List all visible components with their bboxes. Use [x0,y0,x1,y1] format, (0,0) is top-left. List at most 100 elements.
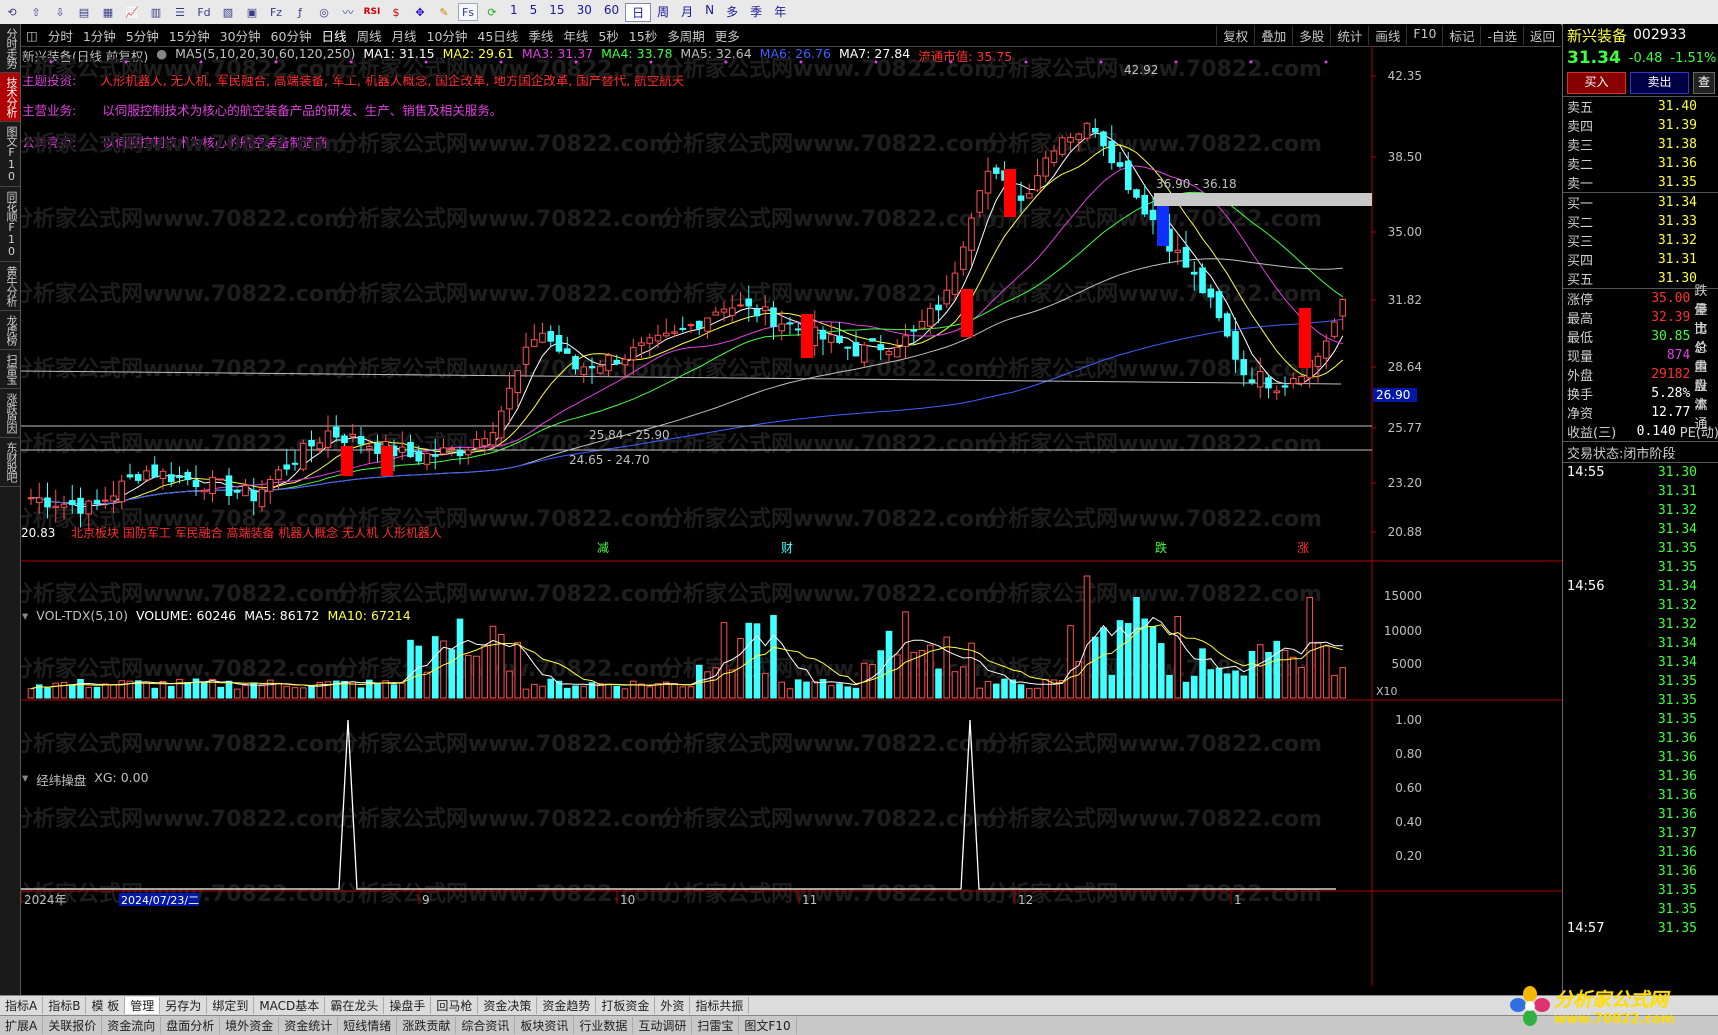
toolbar-period-7[interactable]: 月 [675,3,699,22]
period-tab-3[interactable]: 15分钟 [164,26,215,45]
leftbar-item-7[interactable]: 涨跌原因 [0,389,20,438]
leftbar-item-8[interactable]: 东财股吧 [0,438,20,487]
toolbar-period-8[interactable]: N [699,3,720,22]
collapse-icon[interactable]: ▾ [22,608,28,624]
period-right-button-2[interactable]: 多股 [1292,25,1330,45]
indicator-tab-5[interactable]: 绑定到 [207,997,255,1014]
down-arrow-icon[interactable]: ⇩ [50,3,70,21]
period-tab-14[interactable]: 15秒 [624,26,662,45]
dollar-icon[interactable]: $ [386,3,406,21]
period-tab-7[interactable]: 周线 [351,26,386,45]
formula-icon[interactable]: ƒ [290,3,310,21]
toolbar-period-10[interactable]: 季 [744,3,768,22]
period-tab-10[interactable]: 45日线 [472,26,523,45]
doc-icon[interactable]: ▣ [242,3,262,21]
f10-icon[interactable]: Fz [266,3,286,21]
toolbar-period-0[interactable]: 1 [504,3,524,22]
info-tab-10[interactable]: 行业数据 [574,1017,634,1034]
buy-button[interactable]: 买入 [1567,72,1626,94]
info-tab-5[interactable]: 资金统计 [279,1017,339,1034]
period-tab-1[interactable]: 1分钟 [78,26,121,45]
indicator-tab-13[interactable]: 外资 [655,997,691,1014]
period-right-button-4[interactable]: 画线 [1368,25,1406,45]
info-tab-8[interactable]: 综合资讯 [456,1017,516,1034]
info-tab-0[interactable]: 扩展A [0,1017,44,1034]
indicator-tab-6[interactable]: MACD基本 [254,997,326,1014]
sell-button[interactable]: 卖出 [1630,72,1689,94]
indicator-tab-2[interactable]: 模 板 [86,997,126,1014]
info-tab-4[interactable]: 境外资金 [220,1017,280,1034]
indicator-tab-14[interactable]: 指标共振 [690,997,750,1014]
period-tab-0[interactable]: 分时 [43,26,78,45]
toolbar-period-2[interactable]: 15 [543,3,570,22]
leftbar-item-2[interactable]: 图文F10 [0,122,20,187]
period-tab-12[interactable]: 年线 [558,26,593,45]
period-right-button-8[interactable]: 返回 [1522,25,1561,45]
back-arrow-icon[interactable]: ⟲ [2,3,22,21]
report-icon[interactable]: ▤ [74,3,94,21]
refresh-icon[interactable]: ⟳ [482,3,502,21]
period-tab-13[interactable]: 5秒 [593,26,623,45]
period-tab-2[interactable]: 5分钟 [121,26,164,45]
indicator-tab-4[interactable]: 另存为 [160,997,208,1014]
info-tab-2[interactable]: 资金流向 [102,1017,162,1034]
period-right-button-7[interactable]: -自选 [1480,25,1523,45]
period-right-button-1[interactable]: 叠加 [1254,25,1292,45]
info-tab-9[interactable]: 板块资讯 [515,1017,575,1034]
indicator-tab-10[interactable]: 资金决策 [478,997,538,1014]
info-tab-7[interactable]: 涨跌贡献 [397,1017,457,1034]
info-tab-12[interactable]: 扫雷宝 [692,1017,740,1034]
period-tab-6[interactable]: 日线 [316,26,351,45]
period-tab-8[interactable]: 月线 [386,26,421,45]
grid-icon[interactable]: ▦ [98,3,118,21]
collapse-icon[interactable]: ▾ [22,770,28,786]
indicator-tab-1[interactable]: 指标B [43,997,87,1014]
period-right-button-0[interactable]: 复权 [1216,25,1254,45]
toolbar-period-3[interactable]: 30 [571,3,598,22]
leftbar-item-5[interactable]: 龙虎榜 [0,311,20,350]
table-icon[interactable]: ▧ [218,3,238,21]
layout-icon[interactable]: ◫ [21,28,43,43]
period-right-button-3[interactable]: 统计 [1330,25,1368,45]
info-tab-6[interactable]: 短线情绪 [338,1017,398,1034]
up-arrow-icon[interactable]: ⇧ [26,3,46,21]
leftbar-item-0[interactable]: 分时走势 [0,24,20,73]
query-button[interactable]: 查 [1693,72,1715,94]
indicator-tab-12[interactable]: 打板资金 [596,997,656,1014]
period-right-button-5[interactable]: F10 [1406,25,1442,45]
period-right-button-6[interactable]: 标记 [1442,25,1480,45]
rsi-icon[interactable]: RSI [362,3,382,21]
toolbar-period-6[interactable]: 周 [651,3,675,22]
period-tab-9[interactable]: 10分钟 [422,26,473,45]
indicator-tab-11[interactable]: 资金趋势 [537,997,597,1014]
fd-icon[interactable]: Fd [194,3,214,21]
line-chart-icon[interactable]: 📈 [122,3,142,21]
list-icon[interactable]: ☰ [170,3,190,21]
crosshair-icon[interactable]: ✥ [410,3,430,21]
leftbar-item-4[interactable]: 黄牛分析 [0,262,20,311]
info-tab-1[interactable]: 关联报价 [43,1017,103,1034]
leftbar-item-1[interactable]: 技术分析 [0,73,20,122]
period-tab-16[interactable]: 更多 [710,26,745,45]
indicator-tab-8[interactable]: 操盘手 [384,997,432,1014]
period-tab-11[interactable]: 季线 [523,26,558,45]
toolbar-period-11[interactable]: 年 [768,3,792,22]
toolbar-period-5[interactable]: 日 [625,2,652,22]
info-tab-11[interactable]: 互动调研 [633,1017,693,1034]
indicator-tab-3[interactable]: 管理 [125,997,161,1014]
indicator-tab-9[interactable]: 回马枪 [431,997,479,1014]
indicator-tab-7[interactable]: 霸在龙头 [325,997,385,1014]
toolbar-period-9[interactable]: 多 [720,3,744,22]
info-tab-3[interactable]: 盘面分析 [161,1017,221,1034]
pencil-icon[interactable]: ✎ [434,3,454,21]
period-tab-5[interactable]: 60分钟 [266,26,317,45]
chart-canvas[interactable]: 分析家公式网www.70822.com分析家公式网www.70822.com分析… [21,46,1562,986]
leftbar-item-6[interactable]: 扫雷宝 [0,350,20,389]
period-tab-15[interactable]: 多周期 [662,26,710,45]
period-tab-4[interactable]: 30分钟 [215,26,266,45]
search-icon[interactable]: ◎ [314,3,334,21]
info-tab-13[interactable]: 图文F10 [739,1017,797,1034]
wave-icon[interactable]: 〰 [338,3,358,21]
indicator-tab-0[interactable]: 指标A [0,997,44,1014]
toolbar-period-4[interactable]: 60 [598,3,625,22]
